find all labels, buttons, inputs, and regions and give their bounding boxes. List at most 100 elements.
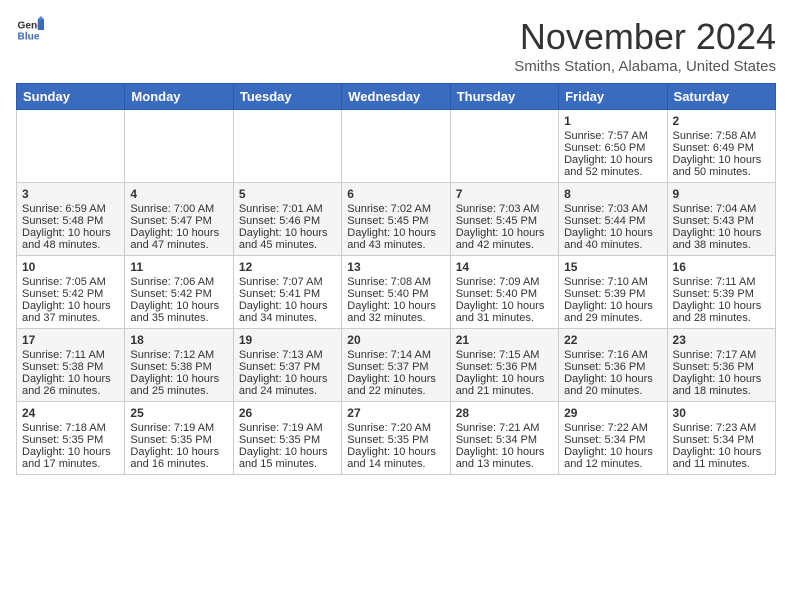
day-info: Sunset: 5:40 PM [347, 288, 444, 300]
day-number: 20 [347, 333, 444, 347]
day-number: 14 [456, 260, 553, 274]
day-info: Daylight: 10 hours [673, 446, 770, 458]
title-block: November 2024 Smiths Station, Alabama, U… [514, 16, 776, 75]
day-number: 18 [130, 333, 227, 347]
calendar-cell: 20Sunrise: 7:14 AMSunset: 5:37 PMDayligh… [342, 329, 450, 402]
day-info: Daylight: 10 hours [347, 373, 444, 385]
calendar-cell: 25 Sunrise: 7:19 AMSunset: 5:35 PMDayligh… [125, 402, 233, 475]
day-info: and 32 minutes. [347, 312, 444, 324]
day-info: Daylight: 10 hours [130, 446, 227, 458]
day-info: Daylight: 10 hours [347, 300, 444, 312]
day-info: Sunrise: 7:10 AM [564, 276, 661, 288]
day-info: Sunset: 5:36 PM [673, 361, 770, 373]
logo-icon: General Blue [16, 16, 44, 44]
calendar-cell: 10Sunrise: 7:05 AMSunset: 5:42 PMDayligh… [17, 256, 125, 329]
day-info: Daylight: 10 hours [456, 227, 553, 239]
calendar-cell: 21Sunrise: 7:15 AMSunset: 5:36 PMDayligh… [450, 329, 558, 402]
day-number: 12 [239, 260, 336, 274]
day-info: Sunset: 5:35 PM [22, 434, 119, 446]
day-info: Daylight: 10 hours [239, 446, 336, 458]
day-number: 29 [564, 406, 661, 420]
day-info: Sunset: 5:39 PM [564, 288, 661, 300]
day-number: 15 [564, 260, 661, 274]
day-info: Daylight: 10 hours [564, 154, 661, 166]
day-info: Sunset: 5:40 PM [456, 288, 553, 300]
day-info: Sunset: 5:36 PM [564, 361, 661, 373]
calendar-cell: 1Sunrise: 7:57 AMSunset: 6:50 PMDaylight… [559, 110, 667, 183]
day-info: Sunrise: 7:16 AM [564, 349, 661, 361]
day-info: Sunset: 5:35 PM [130, 434, 227, 446]
calendar-cell: 9Sunrise: 7:04 AMSunset: 5:43 PMDaylight… [667, 183, 775, 256]
day-info: Sunrise: 7:06 AM [130, 276, 227, 288]
day-info: Daylight: 10 hours [564, 227, 661, 239]
day-info: Sunrise: 7:07 AM [239, 276, 336, 288]
day-number: 8 [564, 187, 661, 201]
day-info: and 34 minutes. [239, 312, 336, 324]
calendar-cell: 23Sunrise: 7:17 AMSunset: 5:36 PMDayligh… [667, 329, 775, 402]
calendar-cell [233, 110, 341, 183]
day-info: Sunset: 5:48 PM [22, 215, 119, 227]
calendar-week-row: 1Sunrise: 7:57 AMSunset: 6:50 PMDaylight… [17, 110, 776, 183]
calendar-cell: 17Sunrise: 7:11 AMSunset: 5:38 PMDayligh… [17, 329, 125, 402]
day-info: Sunrise: 7:00 AM [130, 203, 227, 215]
day-info: and 22 minutes. [347, 385, 444, 397]
day-info: Sunrise: 7:03 AM [564, 203, 661, 215]
day-info: Sunrise: 7:15 AM [456, 349, 553, 361]
calendar-cell: 2Sunrise: 7:58 AMSunset: 6:49 PMDaylight… [667, 110, 775, 183]
day-info: Daylight: 10 hours [456, 300, 553, 312]
day-info: Sunset: 5:42 PM [130, 288, 227, 300]
day-info: Sunset: 6:49 PM [673, 142, 770, 154]
day-info: Sunrise: 7:11 AM [22, 349, 119, 361]
calendar-cell [17, 110, 125, 183]
calendar-cell: 12Sunrise: 7:07 AMSunset: 5:41 PMDayligh… [233, 256, 341, 329]
calendar-cell: 18Sunrise: 7:12 AMSunset: 5:38 PMDayligh… [125, 329, 233, 402]
day-number: 25 [130, 406, 227, 420]
day-info: and 45 minutes. [239, 239, 336, 251]
day-info: and 26 minutes. [22, 385, 119, 397]
day-info: Sunrise: 7:20 AM [347, 422, 444, 434]
day-info: Daylight: 10 hours [456, 373, 553, 385]
day-info: Daylight: 10 hours [347, 446, 444, 458]
col-header-wednesday: Wednesday [342, 84, 450, 110]
day-info: and 42 minutes. [456, 239, 553, 251]
day-info: Sunrise: 7:58 AM [673, 130, 770, 142]
day-info: and 15 minutes. [239, 458, 336, 470]
day-info: Daylight: 10 hours [130, 300, 227, 312]
day-number: 10 [22, 260, 119, 274]
calendar-cell: 28Sunrise: 7:21 AMSunset: 5:34 PMDayligh… [450, 402, 558, 475]
col-header-saturday: Saturday [667, 84, 775, 110]
calendar-cell: 22Sunrise: 7:16 AMSunset: 5:36 PMDayligh… [559, 329, 667, 402]
day-number: 30 [673, 406, 770, 420]
day-info: Daylight: 10 hours [564, 300, 661, 312]
calendar-cell: 7Sunrise: 7:03 AMSunset: 5:45 PMDaylight… [450, 183, 558, 256]
day-info: Sunset: 5:43 PM [673, 215, 770, 227]
day-info: Daylight: 10 hours [239, 227, 336, 239]
day-info: Sunset: 5:45 PM [456, 215, 553, 227]
col-header-thursday: Thursday [450, 84, 558, 110]
calendar-cell: 13Sunrise: 7:08 AMSunset: 5:40 PMDayligh… [342, 256, 450, 329]
day-number: 2 [673, 114, 770, 128]
day-number: 13 [347, 260, 444, 274]
day-info: and 31 minutes. [456, 312, 553, 324]
day-info: Sunrise: 7:19 AM [130, 422, 227, 434]
day-info: Sunset: 5:42 PM [22, 288, 119, 300]
day-info: and 12 minutes. [564, 458, 661, 470]
calendar-week-row: 3Sunrise: 6:59 AMSunset: 5:48 PMDaylight… [17, 183, 776, 256]
day-info: Sunset: 5:37 PM [347, 361, 444, 373]
day-info: Sunset: 5:45 PM [347, 215, 444, 227]
day-info: Sunrise: 7:03 AM [456, 203, 553, 215]
calendar-cell: 19Sunrise: 7:13 AMSunset: 5:37 PMDayligh… [233, 329, 341, 402]
calendar-cell: 6Sunrise: 7:02 AMSunset: 5:45 PMDaylight… [342, 183, 450, 256]
day-info: Daylight: 10 hours [239, 373, 336, 385]
day-info: Sunset: 5:35 PM [239, 434, 336, 446]
calendar-table: SundayMondayTuesdayWednesdayThursdayFrid… [16, 83, 776, 475]
calendar-cell [342, 110, 450, 183]
day-info: and 14 minutes. [347, 458, 444, 470]
location: Smiths Station, Alabama, United States [514, 58, 776, 75]
day-info: Daylight: 10 hours [673, 300, 770, 312]
calendar-week-row: 24Sunrise: 7:18 AMSunset: 5:35 PMDayligh… [17, 402, 776, 475]
calendar-cell: 5Sunrise: 7:01 AMSunset: 5:46 PMDaylight… [233, 183, 341, 256]
day-info: Sunrise: 7:18 AM [22, 422, 119, 434]
day-info: and 28 minutes. [673, 312, 770, 324]
day-info: Daylight: 10 hours [347, 227, 444, 239]
